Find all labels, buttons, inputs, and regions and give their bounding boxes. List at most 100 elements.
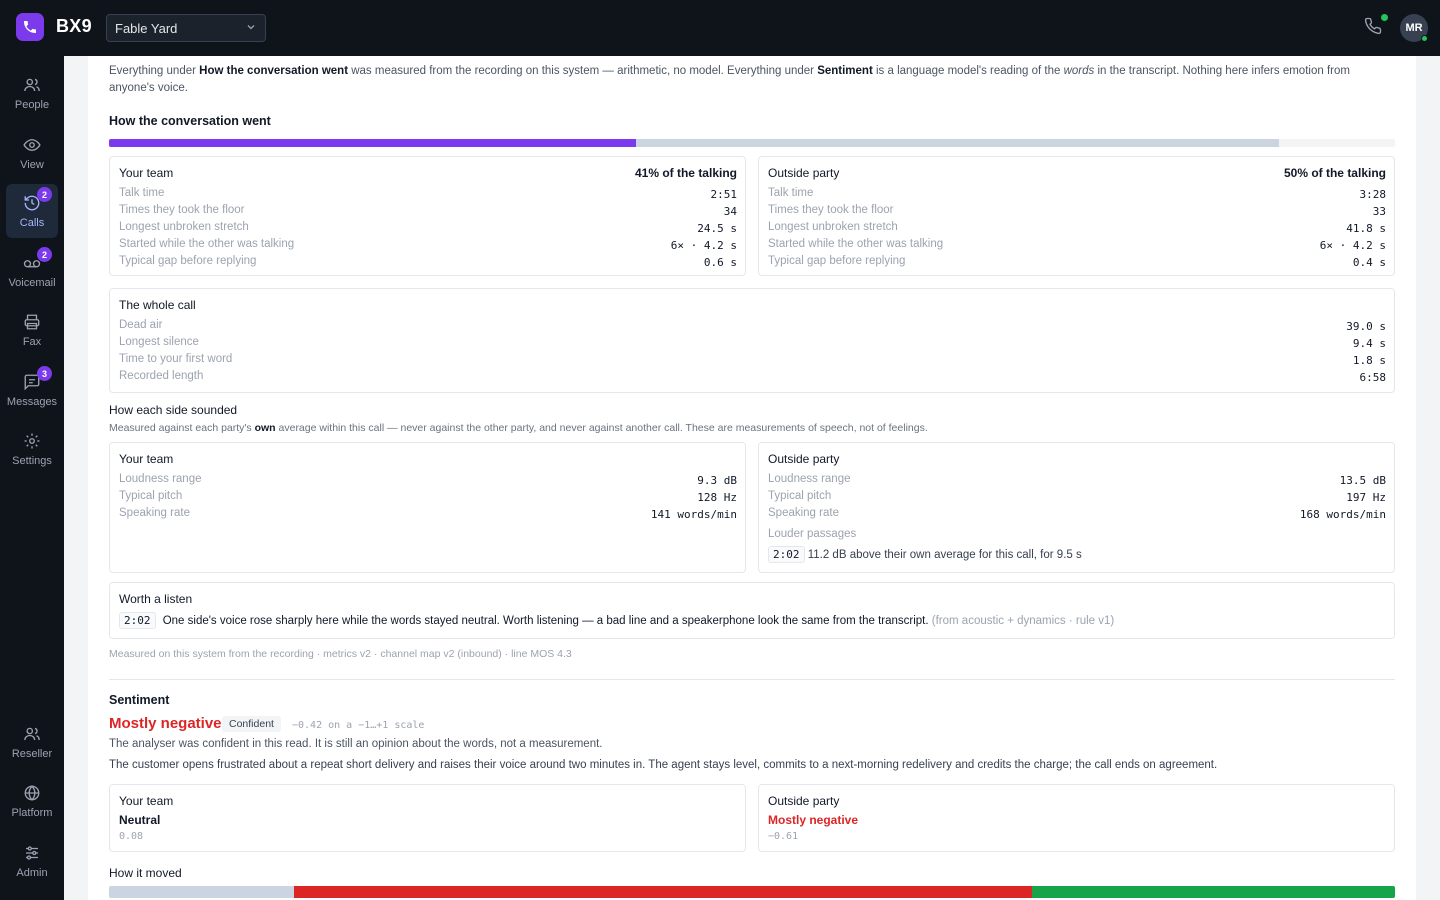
- metric-label: Loudness range: [768, 473, 851, 485]
- metric-value: 6× · 4.2 s: [670, 239, 737, 252]
- metric-value: 3:28: [1359, 188, 1387, 201]
- sentiment-heading: Sentiment: [109, 693, 170, 707]
- metric-label: Typical gap before replying: [768, 255, 906, 267]
- sliders-icon: [26, 845, 38, 860]
- sidebar-item-voicemail[interactable]: Voicemail 2: [6, 244, 58, 298]
- metric-label: Dead air: [119, 319, 163, 331]
- metric-label: Loudness range: [119, 473, 202, 485]
- site-select-value: Fable Yard: [115, 20, 178, 36]
- metric-value: 33: [1372, 205, 1386, 218]
- card-title: Outside party: [768, 166, 840, 180]
- measurement-footnote: Measured on this system from the recordi…: [109, 648, 572, 660]
- sentiment-summary: The customer opens frustrated about a re…: [109, 759, 1218, 771]
- sidebar-item-view[interactable]: View: [6, 126, 58, 180]
- card-title: Your team: [119, 452, 174, 466]
- metric-label: Longest unbroken stretch: [119, 221, 249, 233]
- metric-label: Started while the other was talking: [768, 238, 944, 250]
- metric-label: Times they took the floor: [119, 204, 245, 216]
- metric-label: Typical pitch: [768, 490, 832, 502]
- metric-value: 13.5 dB: [1339, 474, 1386, 487]
- eye-icon: [23, 138, 41, 151]
- sidebar-item-label: Settings: [12, 454, 52, 467]
- metric-value: 1.8 s: [1352, 354, 1386, 367]
- metric-value: 9.4 s: [1352, 337, 1386, 350]
- sidebar-item-label: People: [14, 98, 50, 111]
- whole-call-card: The whole call Dead air 39.0 s Longest s…: [109, 288, 1395, 393]
- sidebar-item-label: Reseller: [11, 747, 53, 760]
- presence-dot: [1421, 35, 1428, 42]
- overall-sentiment: Mostly negative: [109, 715, 222, 732]
- card-title: The whole call: [119, 298, 196, 312]
- sidebar-item-calls[interactable]: Calls 2: [6, 184, 58, 238]
- worth-a-listen-card: Worth a listen 2:02 One side's voice ros…: [109, 582, 1395, 639]
- card-title: Your team: [119, 166, 174, 180]
- talk-share-label: 41% of the talking: [634, 166, 737, 180]
- messages-badge: 3: [37, 366, 52, 381]
- metric-label: Started while the other was talking: [119, 238, 295, 250]
- metric-value: 34: [723, 205, 737, 218]
- metric-label: Longest unbroken stretch: [768, 221, 898, 233]
- metric-label: Time to your first word: [119, 353, 233, 365]
- site-select[interactable]: Fable Yard: [106, 14, 266, 42]
- louder-passages-label: Louder passages: [768, 528, 857, 540]
- chevron-down-icon: [245, 21, 257, 36]
- metric-label: Talk time: [119, 187, 165, 199]
- sentiment-segment-positive: [1032, 886, 1395, 898]
- sidebar-item-label: Messages: [6, 395, 58, 408]
- sentiment-label: Neutral: [119, 813, 161, 827]
- sidebar-item-admin[interactable]: Admin: [6, 834, 58, 888]
- printer-icon: [24, 314, 40, 329]
- confidence-badge: Confident: [222, 716, 281, 732]
- timestamp-chip[interactable]: 2:02: [119, 612, 156, 629]
- sidebar-item-fax[interactable]: Fax: [6, 303, 58, 357]
- sidebar-item-label: Fax: [22, 335, 42, 348]
- sidebar-item-reseller[interactable]: Reseller: [6, 715, 58, 769]
- talk-share-team: [109, 139, 636, 147]
- metric-value: 168 words/min: [1299, 508, 1386, 521]
- voicemail-badge: 2: [37, 247, 52, 262]
- timestamp-chip[interactable]: 2:02: [768, 546, 805, 563]
- team-sentiment-card: Your team Neutral 0.08: [109, 784, 746, 852]
- sounded-heading: How each side sounded: [109, 403, 238, 417]
- sidebar-item-messages[interactable]: Messages 3: [6, 363, 58, 417]
- card-title: Outside party: [768, 452, 840, 466]
- section-divider: [109, 679, 1395, 680]
- metric-value: 41.8 s: [1346, 222, 1386, 235]
- metric-label: Times they took the floor: [768, 204, 894, 216]
- sounded-note: Measured against each party's own averag…: [109, 422, 928, 434]
- sentiment-label: Mostly negative: [768, 813, 859, 827]
- metric-label: Speaking rate: [119, 507, 190, 519]
- sentiment-value: −0.61: [768, 831, 799, 842]
- gear-icon: [24, 433, 40, 448]
- sentiment-value: 0.08: [119, 831, 144, 842]
- listen-row: 2:02 One side's voice rose sharply here …: [119, 612, 1114, 629]
- listen-text: One side's voice rose sharply here while…: [162, 615, 929, 627]
- metric-label: Longest silence: [119, 336, 199, 348]
- louder-passage-text: 11.2 dB above their own average for this…: [807, 549, 1082, 561]
- online-status-dot: [1381, 14, 1388, 21]
- outside-sound-card: Outside party Loudness range 13.5 dB Typ…: [758, 442, 1395, 573]
- sidebar-item-label: Admin: [16, 866, 48, 879]
- metric-value: 0.6 s: [703, 256, 737, 269]
- metric-value: 6:58: [1359, 371, 1387, 384]
- card-title: Worth a listen: [119, 592, 193, 606]
- sidebar-item-platform[interactable]: Platform: [6, 774, 58, 828]
- calls-badge: 2: [37, 187, 52, 202]
- metric-value: 39.0 s: [1346, 320, 1386, 333]
- talk-share-outside: [636, 139, 1279, 147]
- sidebar-item-label: Calls: [19, 216, 45, 229]
- people-icon: [24, 727, 40, 740]
- metric-value: 24.5 s: [697, 222, 737, 235]
- sentiment-score: −0.42 on a −1…+1 scale: [292, 720, 425, 731]
- metric-label: Speaking rate: [768, 507, 839, 519]
- sidebar-item-label: Platform: [11, 806, 53, 819]
- people-icon: [24, 78, 40, 91]
- sidebar-item-people[interactable]: People: [6, 66, 58, 120]
- metric-value: 2:51: [710, 188, 738, 201]
- logo-phone-icon: [16, 13, 44, 41]
- team-sound-card: Your team Loudness range 9.3 dB Typical …: [109, 442, 746, 573]
- sidebar-item-settings[interactable]: Settings: [6, 422, 58, 476]
- sidebar: People View Calls 2 Voicemail 2 Fax Mess…: [0, 56, 64, 900]
- card-title: Your team: [119, 794, 174, 808]
- outside-talk-card: Outside party 50% of the talking Talk ti…: [758, 156, 1395, 276]
